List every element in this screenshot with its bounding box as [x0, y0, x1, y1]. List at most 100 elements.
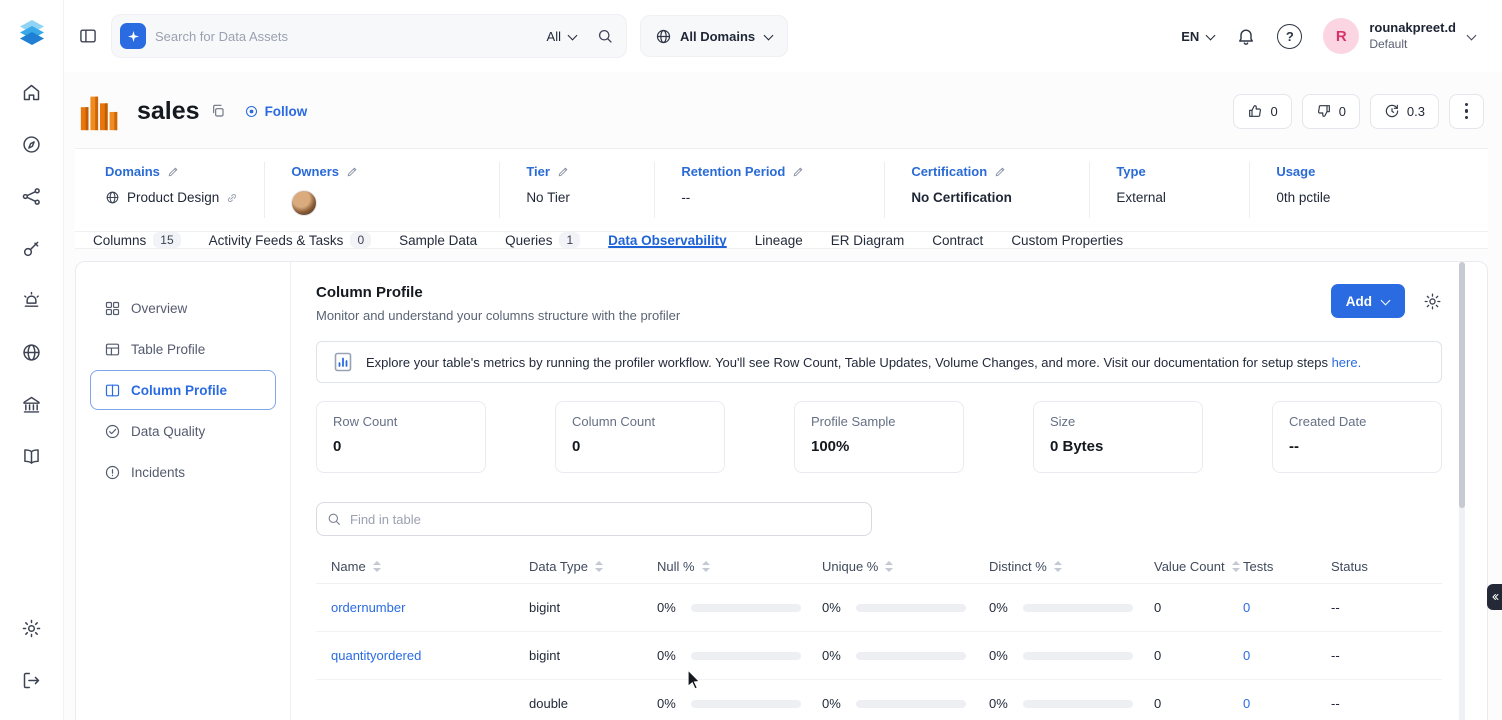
distinct-pct-value: 0%	[989, 600, 1008, 615]
edit-pencil-icon[interactable]	[557, 165, 570, 178]
submenu-table-profile[interactable]: Table Profile	[90, 329, 276, 369]
all-domains-filter[interactable]: All Domains	[640, 15, 788, 57]
search-scope-select[interactable]: All	[547, 29, 577, 44]
tab-data-observability[interactable]: Data Observability	[608, 232, 727, 248]
unique-pct-bar	[856, 604, 966, 612]
tab-queries[interactable]: Queries1	[505, 232, 580, 248]
grid-icon	[104, 300, 121, 317]
user-menu[interactable]: R rounakpreet.d Default	[1323, 18, 1476, 54]
find-in-table-input[interactable]	[316, 502, 872, 536]
sort-icon[interactable]	[885, 561, 893, 572]
column-data-type: bigint	[529, 600, 657, 615]
edit-pencil-icon[interactable]	[167, 165, 180, 178]
type-value: External	[1116, 190, 1166, 205]
search-icon[interactable]	[596, 27, 614, 45]
profiler-settings-gear-icon[interactable]	[1423, 292, 1442, 311]
search-icon	[326, 511, 342, 527]
ai-sparkle-icon[interactable]	[120, 23, 146, 49]
null-pct-value: 0%	[657, 600, 676, 615]
entity-tabs: Columns15 Activity Feeds & Tasks0 Sample…	[75, 232, 1488, 249]
more-menu-button[interactable]	[1449, 94, 1484, 129]
add-button-label: Add	[1346, 294, 1372, 309]
sidebar-toggle-icon[interactable]	[78, 26, 98, 46]
submenu-label: Overview	[131, 301, 187, 316]
domains-filter-label: All Domains	[680, 29, 755, 44]
banner-docs-link[interactable]: here.	[1332, 355, 1362, 370]
tab-activity-feeds-tasks[interactable]: Activity Feeds & Tasks0	[209, 232, 371, 248]
table-row: double 0% 0% 0% 0 0 --	[316, 680, 1442, 720]
column-name-link[interactable]: quantityordered	[331, 648, 421, 663]
stat-label: Profile Sample	[811, 414, 947, 429]
downvote-button[interactable]: 0	[1302, 94, 1360, 129]
null-pct-value: 0%	[657, 696, 676, 711]
tests-link[interactable]: 0	[1243, 648, 1250, 663]
owner-avatar[interactable]	[291, 190, 317, 216]
logout-icon[interactable]	[12, 660, 52, 700]
col-header-value-count: Value Count	[1154, 559, 1243, 574]
explore-compass-icon[interactable]	[12, 124, 52, 164]
stat-label: Row Count	[333, 414, 469, 429]
submenu-column-profile[interactable]: Column Profile	[90, 370, 276, 410]
tab-label: Queries	[505, 233, 552, 248]
double-chevron-left-icon	[1490, 592, 1500, 602]
column-name-link[interactable]: ordernumber	[331, 600, 405, 615]
sort-icon[interactable]	[595, 561, 603, 572]
submenu-incidents[interactable]: Incidents	[90, 452, 276, 492]
sort-icon[interactable]	[1232, 561, 1240, 572]
submenu-data-quality[interactable]: Data Quality	[90, 411, 276, 451]
tab-er-diagram[interactable]: ER Diagram	[831, 232, 905, 248]
globe-icon	[655, 28, 672, 45]
sort-icon[interactable]	[373, 561, 381, 572]
follow-button[interactable]: Follow	[244, 104, 308, 119]
athena-service-logo-icon	[77, 88, 123, 134]
scrollbar-thumb[interactable]	[1459, 262, 1465, 508]
copy-icon[interactable]	[210, 103, 226, 119]
meta-label: Usage	[1276, 164, 1315, 179]
help-icon[interactable]: ?	[1277, 24, 1302, 49]
app-logo-icon[interactable]	[15, 16, 49, 50]
sort-icon[interactable]	[1054, 561, 1062, 572]
glossary-book-icon[interactable]	[12, 436, 52, 476]
tab-contract[interactable]: Contract	[932, 232, 983, 248]
search-input[interactable]	[155, 29, 538, 44]
tab-label: Columns	[93, 233, 146, 248]
tab-custom-properties[interactable]: Custom Properties	[1011, 232, 1123, 248]
stat-value: 0	[333, 438, 469, 455]
notifications-bell-icon[interactable]	[1236, 26, 1256, 46]
chevron-down-icon	[1205, 32, 1215, 40]
null-pct-bar	[691, 652, 801, 660]
submenu-overview[interactable]: Overview	[90, 288, 276, 328]
settings-gear-icon[interactable]	[12, 608, 52, 648]
governance-bank-icon[interactable]	[12, 384, 52, 424]
observability-lamp-icon[interactable]	[12, 280, 52, 320]
access-key-icon[interactable]	[12, 228, 52, 268]
tab-columns[interactable]: Columns15	[93, 232, 181, 248]
upvote-button[interactable]: 0	[1233, 94, 1291, 129]
user-avatar[interactable]: R	[1323, 18, 1359, 54]
lineage-network-icon[interactable]	[12, 176, 52, 216]
version-history-button[interactable]: 0.3	[1370, 94, 1439, 129]
language-label: EN	[1181, 29, 1199, 44]
col-header-distinct: Distinct %	[989, 559, 1154, 574]
meta-label: Certification	[911, 164, 987, 179]
edit-pencil-icon[interactable]	[994, 165, 1007, 178]
tests-link[interactable]: 0	[1243, 600, 1250, 615]
sort-icon[interactable]	[702, 561, 710, 572]
edit-pencil-icon[interactable]	[792, 165, 805, 178]
side-drawer-handle[interactable]	[1487, 584, 1502, 610]
home-icon[interactable]	[12, 72, 52, 112]
domains-value[interactable]: Product Design	[127, 190, 219, 205]
retention-value: --	[681, 190, 690, 205]
tab-sample-data[interactable]: Sample Data	[399, 232, 477, 248]
tab-label: Contract	[932, 233, 983, 248]
add-button[interactable]: Add	[1331, 284, 1405, 318]
upvote-count: 0	[1270, 104, 1277, 119]
chevron-down-icon[interactable]	[1466, 32, 1476, 40]
language-select[interactable]: EN	[1181, 29, 1215, 44]
domains-globe-icon[interactable]	[12, 332, 52, 372]
tests-link[interactable]: 0	[1243, 696, 1250, 711]
edit-pencil-icon[interactable]	[346, 165, 359, 178]
table-icon	[104, 341, 121, 358]
tab-lineage[interactable]: Lineage	[755, 232, 803, 248]
unique-pct-value: 0%	[822, 648, 841, 663]
